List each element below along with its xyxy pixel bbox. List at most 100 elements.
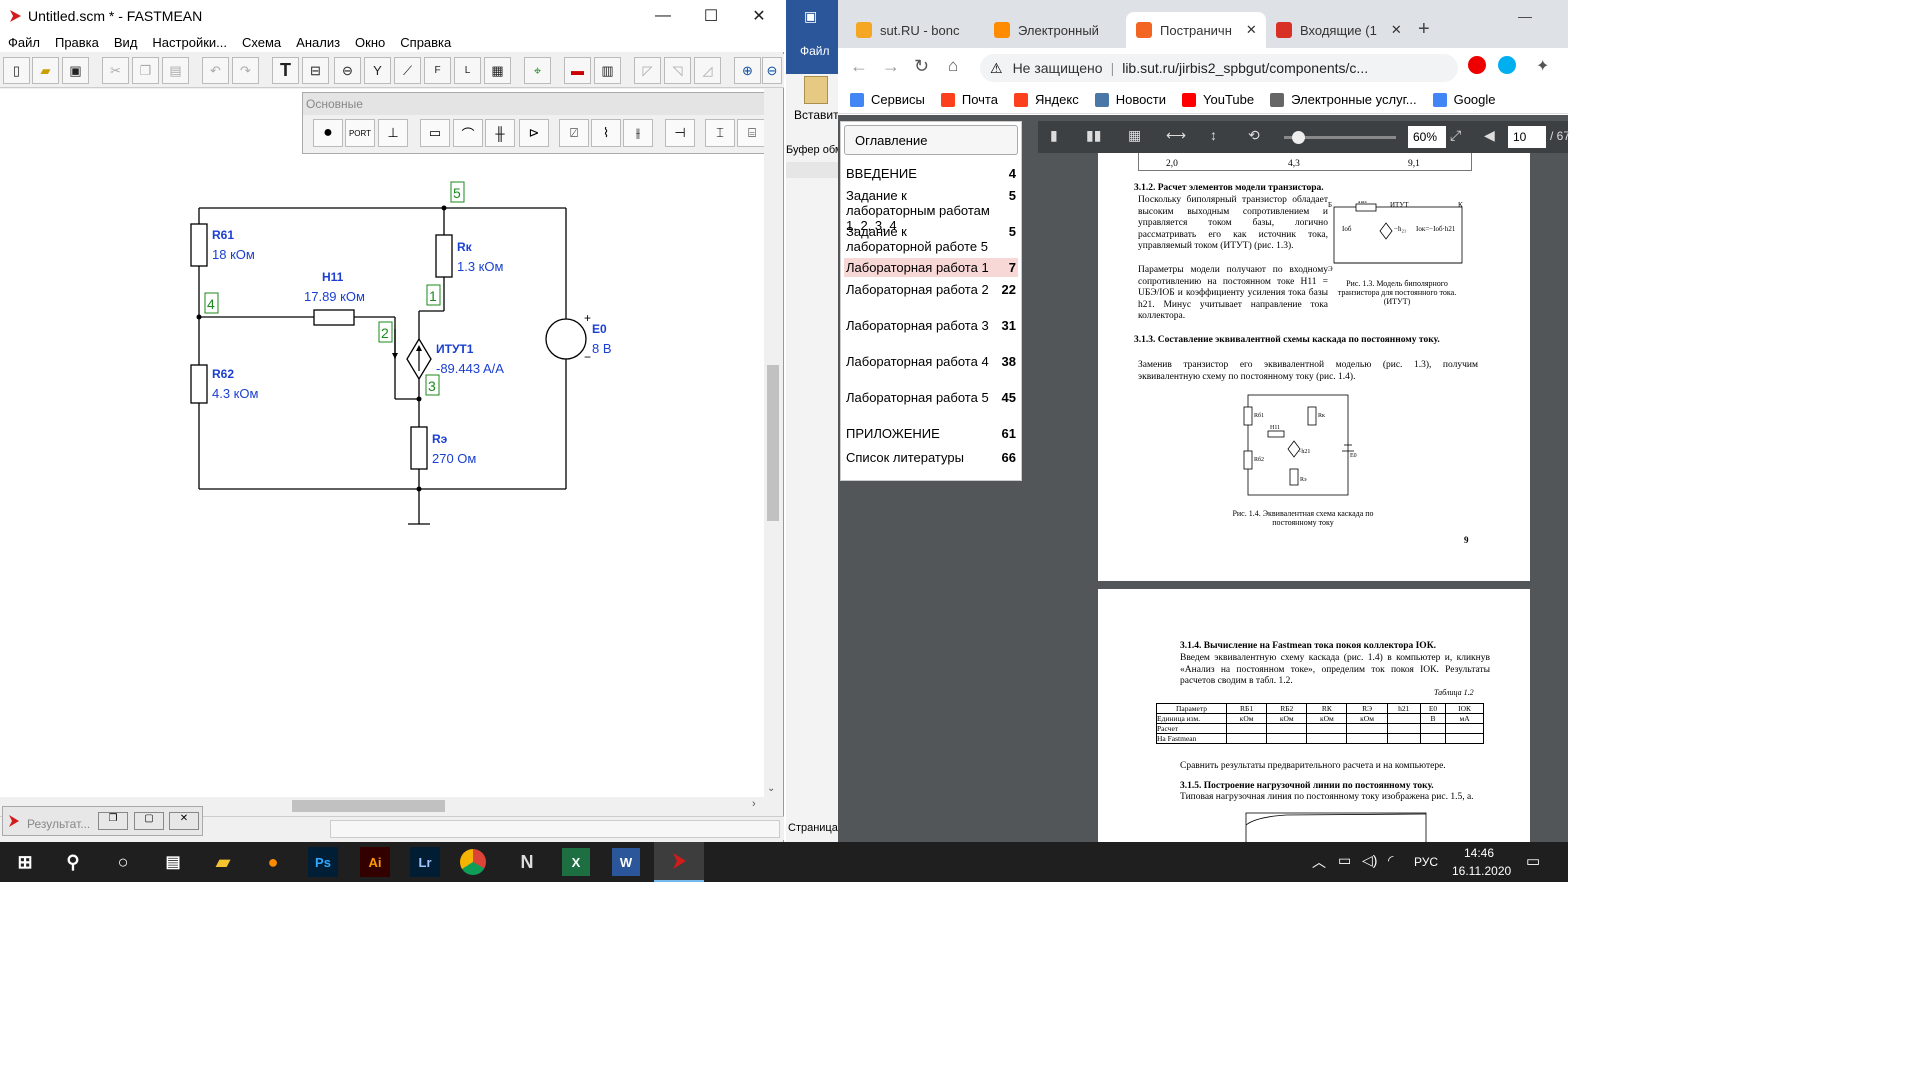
- vertical-scroll-thumb[interactable]: [767, 365, 779, 521]
- toc-item[interactable]: Лабораторная работа 4 38: [846, 354, 1016, 369]
- new-file-icon[interactable]: ▯: [3, 57, 30, 84]
- flip-horizontal-icon[interactable]: ◸: [634, 57, 661, 84]
- copy-icon[interactable]: ❐: [132, 57, 159, 84]
- chrome-icon[interactable]: [460, 849, 486, 875]
- schematic-canvas[interactable]: + − 5 4 1 2 3 R61 18 кОм H11 17.89 кОм R…: [0, 89, 764, 797]
- chip-icon[interactable]: ▦: [484, 57, 511, 84]
- tab-close-icon[interactable]: ✕: [1246, 22, 1257, 38]
- port-icon[interactable]: PORT: [345, 119, 375, 147]
- tab-gmail[interactable]: Входящие (1 ✕: [1266, 12, 1412, 48]
- toc-item[interactable]: Задание к лабораторной работе 55: [846, 224, 1016, 254]
- single-page-icon[interactable]: ▮: [1050, 127, 1058, 144]
- tray-chevron-icon[interactable]: ︿: [1312, 852, 1326, 872]
- results-minimized-window[interactable]: Результат... ❐ ▢ ✕: [2, 806, 203, 836]
- clock-time[interactable]: 14:46: [1464, 846, 1494, 860]
- inductor-icon[interactable]: ⌒: [453, 119, 483, 147]
- fit-height-icon[interactable]: ↕: [1210, 127, 1217, 143]
- redo-icon[interactable]: ↷: [232, 57, 259, 84]
- fit-width-icon[interactable]: ⟷: [1166, 127, 1186, 144]
- filter-l-icon[interactable]: L: [454, 57, 481, 84]
- zoom-field[interactable]: 60%: [1408, 126, 1446, 148]
- file-explorer-icon[interactable]: ▰: [206, 846, 240, 878]
- grid-view-icon[interactable]: ▦: [1128, 127, 1141, 144]
- flip-vertical-icon[interactable]: ◹: [664, 57, 691, 84]
- close-icon[interactable]: ✕: [169, 812, 199, 830]
- zoom-out-icon[interactable]: ⊖: [762, 57, 782, 84]
- extension-opera-icon[interactable]: [1468, 56, 1486, 74]
- voltage-source-e0-symbol[interactable]: [545, 318, 587, 360]
- capacitor-icon[interactable]: ╫: [485, 119, 515, 147]
- menu-view[interactable]: Вид: [106, 35, 145, 50]
- voltmeter-tool-icon[interactable]: ⊖: [334, 57, 361, 84]
- tab-sut[interactable]: sut.RU - bonc: [846, 12, 984, 48]
- maximize-icon[interactable]: ▢: [134, 812, 164, 830]
- maximize-button[interactable]: ☐: [688, 0, 734, 32]
- menu-file[interactable]: Файл: [0, 35, 47, 50]
- cut-icon[interactable]: ✂: [102, 57, 129, 84]
- switch-tool-icon[interactable]: ⟋: [394, 57, 421, 84]
- tab-page-viewer[interactable]: Постраничн ✕: [1126, 12, 1266, 48]
- two-page-icon[interactable]: ▮▮: [1086, 127, 1101, 144]
- zoom-slider-handle[interactable]: [1292, 131, 1305, 144]
- open-folder-icon[interactable]: ▰: [32, 57, 59, 84]
- node-marker-icon[interactable]: ⌖: [524, 57, 551, 84]
- bookmark-gov-services[interactable]: Электронные услуг...: [1270, 92, 1417, 107]
- book-icon[interactable]: ▥: [594, 57, 621, 84]
- menu-edit[interactable]: Правка: [47, 35, 106, 50]
- bookmark-youtube[interactable]: YouTube: [1182, 92, 1254, 107]
- clock-date[interactable]: 16.11.2020: [1452, 864, 1511, 878]
- toc-title[interactable]: Оглавление: [844, 125, 1018, 155]
- search-icon[interactable]: ⚲: [56, 846, 90, 878]
- menu-scheme[interactable]: Схема: [234, 35, 288, 50]
- toc-item-active[interactable]: Лабораторная работа 17: [844, 258, 1018, 277]
- lightroom-icon[interactable]: Lr: [410, 847, 440, 877]
- word-file-tab[interactable]: Файл: [800, 44, 830, 58]
- menu-window[interactable]: Окно: [347, 35, 392, 50]
- prev-page-icon[interactable]: ◀: [1484, 127, 1495, 144]
- excel-icon[interactable]: X: [562, 848, 590, 876]
- toc-item[interactable]: ПРИЛОЖЕНИЕ 61: [846, 426, 1016, 441]
- word-icon[interactable]: W: [612, 848, 640, 876]
- cortana-icon[interactable]: ○: [106, 846, 140, 878]
- omnibox[interactable]: ⚠ Не защищено | lib.sut.ru/jirbis2_spbgu…: [980, 54, 1458, 82]
- back-icon[interactable]: ←: [850, 56, 868, 77]
- tab-electronic[interactable]: Электронный: [984, 12, 1126, 48]
- text-tool-icon[interactable]: T: [272, 57, 299, 84]
- resistor-r61-symbol[interactable]: [190, 223, 208, 267]
- horizontal-scroll-thumb[interactable]: [292, 800, 445, 812]
- minimize-button[interactable]: —: [640, 0, 686, 32]
- resistor-h11-symbol[interactable]: [313, 309, 355, 326]
- url-text[interactable]: lib.sut.ru/jirbis2_spbgut/components/c..…: [1122, 60, 1368, 76]
- toc-item[interactable]: Лабораторная работа 2 22: [846, 282, 1016, 297]
- undo-icon[interactable]: ↶: [202, 57, 229, 84]
- bookmark-mail[interactable]: Почта: [940, 92, 998, 107]
- diode-icon[interactable]: ⊳: [519, 119, 549, 147]
- language-indicator[interactable]: РУС: [1414, 855, 1438, 869]
- windows-start-icon[interactable]: ⊞: [8, 846, 42, 878]
- probe-tool-icon[interactable]: ⊟: [302, 57, 329, 84]
- nonlinear-inductor-icon[interactable]: ⌇: [591, 119, 621, 147]
- bookmark-services[interactable]: Сервисы: [850, 92, 925, 107]
- extensions-puzzle-icon[interactable]: ✦: [1536, 56, 1549, 76]
- tab-close-icon[interactable]: ✕: [1391, 22, 1402, 38]
- battery-icon[interactable]: ▭: [1338, 852, 1351, 869]
- photoshop-icon[interactable]: Ps: [308, 847, 338, 877]
- notifications-icon[interactable]: ▭: [1526, 852, 1540, 870]
- scroll-down-icon[interactable]: ⌄: [767, 783, 775, 794]
- switch-diode-icon[interactable]: ⊣: [665, 119, 695, 147]
- wifi-icon[interactable]: ◜: [1388, 852, 1393, 869]
- resistor-icon[interactable]: ▭: [420, 119, 450, 147]
- illustrator-icon[interactable]: Ai: [360, 847, 390, 877]
- fullscreen-icon[interactable]: ⤢: [1450, 127, 1461, 144]
- varistor-icon[interactable]: ⍁: [559, 119, 589, 147]
- forward-icon[interactable]: →: [882, 56, 900, 77]
- word-save-icon[interactable]: ▣: [804, 8, 817, 25]
- node-dot-icon[interactable]: ●: [313, 119, 343, 147]
- scroll-right-icon[interactable]: ›: [752, 798, 756, 810]
- volume-icon[interactable]: ◁): [1362, 852, 1377, 869]
- zoom-in-icon[interactable]: ⊕: [734, 57, 761, 84]
- menu-help[interactable]: Справка: [392, 35, 458, 50]
- fastmean-taskbar-button[interactable]: [654, 842, 704, 882]
- vertical-scrollbar[interactable]: ⌄: [764, 89, 782, 797]
- bookmark-news[interactable]: Новости: [1094, 92, 1166, 107]
